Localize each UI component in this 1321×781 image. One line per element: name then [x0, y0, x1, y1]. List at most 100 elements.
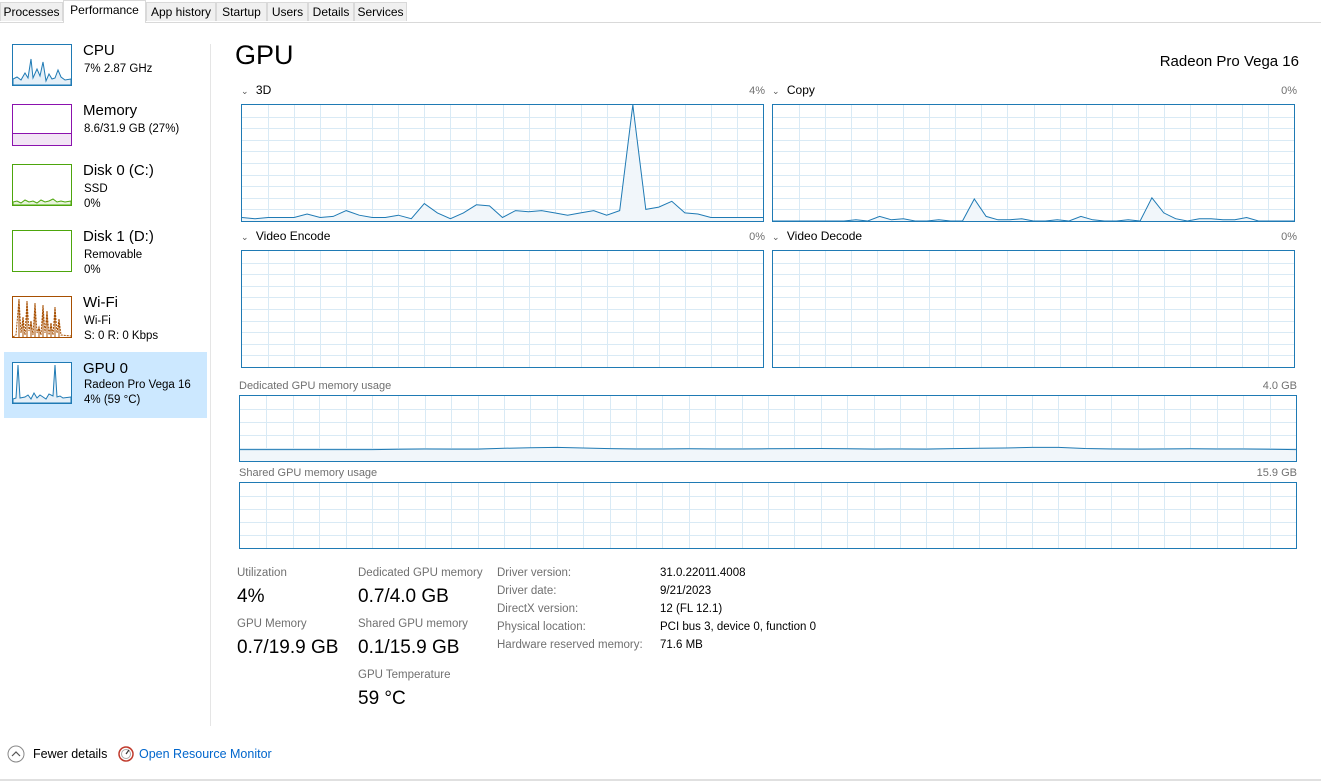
sidebar-item-detail-2: 4% (59 °C): [84, 394, 141, 406]
hardware-reserved-memory-label: Hardware reserved memory:: [497, 639, 643, 651]
gpu-thumbnail-plot: [13, 364, 71, 403]
dedicated-memory-label: Dedicated GPU memory: [358, 567, 483, 579]
chevron-down-icon: ⌄: [772, 86, 780, 96]
shared-memory-value: 0.1/15.9 GB: [358, 637, 460, 658]
graph-shared-memory: [239, 482, 1297, 549]
graph-dedicated-memory: [239, 395, 1297, 462]
shared-memory-label: Shared GPU memory: [358, 618, 468, 630]
engine-selector-3d[interactable]: ⌄ 3D: [241, 83, 271, 97]
disk0-thumbnail-graph: [12, 164, 72, 206]
dedicated-graph-label: Dedicated GPU memory usage: [239, 380, 392, 392]
utilization-label: Utilization: [237, 567, 287, 579]
utilization-value: 4%: [237, 586, 265, 607]
sidebar-item-detail: Wi-Fi: [84, 315, 111, 327]
tab-services[interactable]: Services: [354, 2, 407, 21]
shared-graph-label: Shared GPU memory usage: [239, 467, 378, 479]
sidebar-item-detail-2: 0%: [84, 198, 101, 210]
dedicated-graph-max: 4.0 GB: [1262, 380, 1297, 392]
graph-video-encode-plot: [242, 251, 763, 367]
tab-users[interactable]: Users: [267, 2, 308, 21]
gpu-thumbnail-graph: [12, 362, 72, 404]
sidebar-item-gpu-0[interactable]: GPU 0 Radeon Pro Vega 16 4% (59 °C): [4, 352, 207, 418]
graph-dedicated-memory-plot: [240, 396, 1296, 461]
physical-location-label: Physical location:: [497, 621, 586, 633]
disk0-thumbnail-plot: [13, 198, 71, 205]
graph-3d-plot: [242, 105, 763, 221]
driver-version-value: 31.0.22011.4008: [660, 567, 746, 579]
sidebar-item-detail-2: 0%: [84, 264, 101, 276]
open-resource-monitor-label: Open Resource Monitor: [139, 747, 272, 761]
disk1-thumbnail-graph: [12, 230, 72, 272]
chevron-down-icon: ⌄: [241, 232, 249, 242]
tab-app-history[interactable]: App history: [146, 2, 216, 21]
fewer-details-label: Fewer details: [33, 747, 108, 761]
gpu-device-name: Radeon Pro Vega 16: [1159, 53, 1299, 70]
chevron-down-icon: ⌄: [772, 232, 780, 242]
tab-details[interactable]: Details: [308, 2, 354, 21]
sidebar-item-title: Wi-Fi: [83, 294, 118, 311]
engine-name: Video Decode: [786, 229, 863, 243]
cpu-thumbnail-plot: [13, 58, 71, 85]
engine-selector-video-decode[interactable]: ⌄ Video Decode: [772, 229, 862, 243]
sidebar-item-memory[interactable]: Memory 8.6/31.9 GB (27%): [4, 99, 207, 165]
engine-name: Copy: [786, 83, 815, 97]
gpu-temperature-label: GPU Temperature: [358, 669, 451, 681]
sidebar-item-wifi[interactable]: Wi-Fi Wi-Fi S: 0 R: 0 Kbps: [4, 291, 207, 357]
graph-copy-plot: [773, 105, 1294, 221]
engine-name: Video Encode: [255, 229, 331, 243]
sidebar-item-disk-1[interactable]: Disk 1 (D:) Removable 0%: [4, 225, 207, 291]
shared-graph-max: 15.9 GB: [1256, 467, 1297, 479]
sidebar-divider: [210, 44, 211, 726]
graph-copy: [772, 104, 1295, 222]
tab-bar: Processes Performance App history Startu…: [0, 0, 1321, 23]
sidebar-item-title: Disk 0 (C:): [83, 162, 154, 179]
sidebar-item-detail: Removable: [84, 249, 143, 261]
chevron-down-icon: ⌄: [241, 86, 249, 96]
driver-version-label: Driver version:: [497, 567, 572, 579]
dedicated-memory-value: 0.7/4.0 GB: [358, 586, 449, 607]
memory-thumbnail-fill: [13, 133, 71, 145]
driver-date-value: 9/21/2023: [660, 585, 712, 597]
sidebar-item-disk-0[interactable]: Disk 0 (C:) SSD 0%: [4, 159, 207, 225]
sidebar-item-detail-2: S: 0 R: 0 Kbps: [84, 330, 159, 342]
sidebar-item-title: Memory: [83, 102, 138, 119]
sidebar-item-detail: Radeon Pro Vega 16: [84, 379, 191, 391]
engine-name: 3D: [255, 83, 272, 97]
graph-shared-memory-plot: [240, 483, 1296, 548]
cpu-thumbnail-graph: [12, 44, 72, 86]
sidebar-item-title: CPU: [83, 42, 115, 59]
wifi-thumbnail-graph: [12, 296, 72, 338]
graph-video-encode: [241, 250, 764, 368]
page-title: GPU: [235, 40, 294, 70]
directx-version-value: 12 (FL 12.1): [660, 603, 723, 615]
engine-selector-video-encode[interactable]: ⌄ Video Encode: [241, 229, 330, 243]
tab-processes[interactable]: Processes: [0, 2, 63, 21]
engine-value: 0%: [1281, 231, 1297, 243]
tab-startup[interactable]: Startup: [216, 2, 267, 21]
sidebar-item-detail: SSD: [84, 183, 108, 195]
engine-value: 0%: [1281, 85, 1297, 97]
gpu-memory-value: 0.7/19.9 GB: [237, 637, 339, 658]
wifi-thumbnail-plot: [13, 298, 71, 337]
hardware-reserved-memory-value: 71.6 MB: [660, 639, 703, 651]
sidebar-item-cpu[interactable]: CPU 7% 2.87 GHz: [4, 39, 207, 105]
gpu-temperature-value: 59 °C: [358, 688, 406, 709]
memory-thumbnail-graph: [12, 104, 72, 146]
engine-selector-copy[interactable]: ⌄ Copy: [772, 83, 815, 97]
sidebar-item-detail: 8.6/31.9 GB (27%): [84, 123, 180, 135]
directx-version-label: DirectX version:: [497, 603, 579, 615]
physical-location-value: PCI bus 3, device 0, function 0: [660, 621, 816, 633]
graph-video-decode: [772, 250, 1295, 368]
engine-value: 0%: [749, 231, 765, 243]
driver-date-label: Driver date:: [497, 585, 557, 597]
sidebar-item-detail: 7% 2.87 GHz: [84, 63, 153, 75]
sidebar-item-title: Disk 1 (D:): [83, 228, 154, 245]
graph-video-decode-plot: [773, 251, 1294, 367]
engine-value: 4%: [749, 85, 765, 97]
chevron-up-circle-icon: [7, 745, 25, 763]
resource-monitor-icon: [118, 746, 134, 762]
sidebar-item-title: GPU 0: [83, 360, 129, 377]
tab-performance[interactable]: Performance: [63, 0, 146, 23]
graph-3d: [241, 104, 764, 222]
gpu-memory-label: GPU Memory: [237, 618, 307, 630]
